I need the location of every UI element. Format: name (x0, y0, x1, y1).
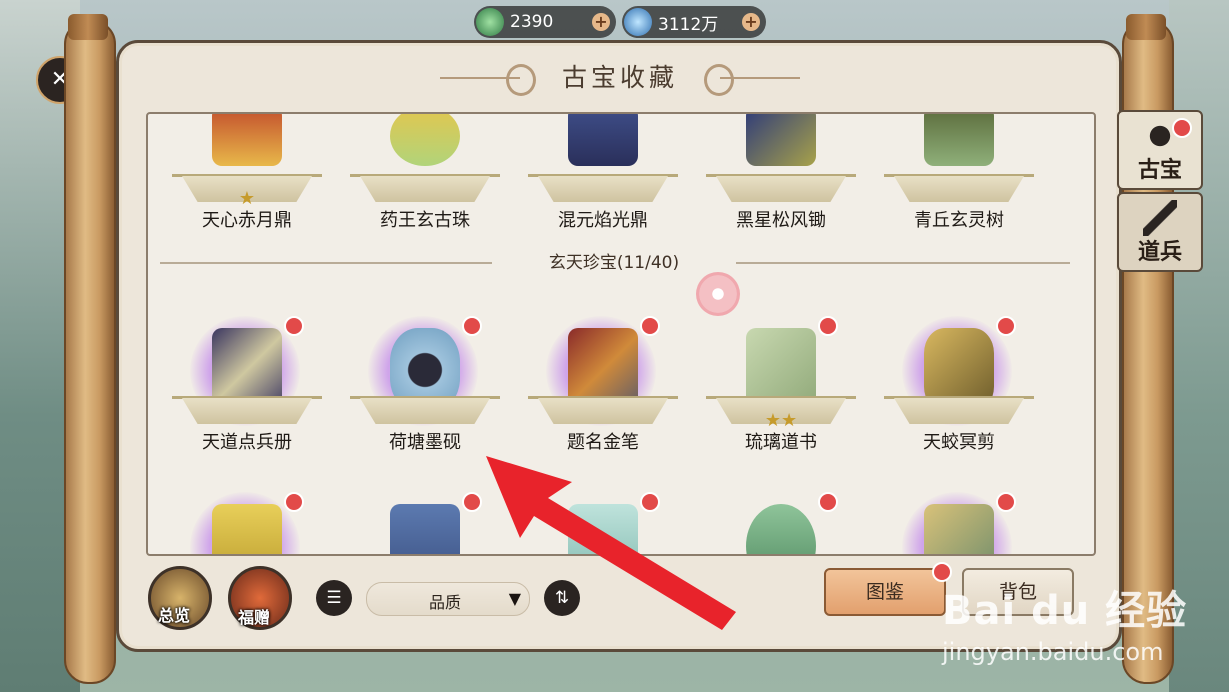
title-ornament-right (704, 64, 734, 96)
treasure-name: 荷塘墨砚 (389, 432, 461, 453)
notification-dot (640, 316, 660, 336)
qilin-seal-icon (390, 504, 460, 554)
treasure-card[interactable]: 天道点兵册 (172, 310, 322, 480)
lotus-crown-icon (746, 504, 816, 554)
pedestal (716, 176, 846, 202)
page-title: 古宝收藏 (440, 58, 800, 98)
chevron-down-icon: ▼ (508, 589, 521, 608)
treasure-name: 黑星松风锄 (736, 210, 826, 231)
swap-arrows-icon[interactable]: ⇅ (544, 580, 580, 616)
jade-ribbon-icon (568, 504, 638, 554)
pedestal (182, 398, 312, 424)
notification-dot (640, 492, 660, 512)
treasure-card[interactable]: ★★ 琉璃道书 (706, 310, 856, 480)
notification-dot (462, 316, 482, 336)
jade-sword-icon (924, 504, 994, 554)
notification-dot (462, 492, 482, 512)
treasure-name: 混元焰光鼎 (558, 210, 648, 231)
treasure-name: 题名金笔 (567, 432, 639, 453)
treasure-card[interactable]: 混元焰光鼎 (528, 114, 678, 258)
treasure-card[interactable] (884, 486, 1034, 554)
tab-treasure-label: 古宝 (1137, 158, 1182, 183)
treasure-name: 青丘玄灵树 (914, 210, 1004, 231)
pedestal (894, 176, 1024, 202)
notification-dot (284, 316, 304, 336)
currency-jade-value: 2390 (510, 12, 554, 32)
treasure-card[interactable] (172, 486, 322, 554)
treasure-card[interactable]: 青丘玄灵树 (884, 114, 1034, 258)
scroll-rod-cap (68, 14, 108, 40)
weapon-icon (1143, 200, 1177, 236)
treasure-card[interactable]: 黑星松风锄 (706, 114, 856, 258)
scroll-rod-left (64, 20, 116, 684)
watermark-url: jingyan.baidu.com (942, 638, 1164, 666)
codex-button[interactable]: 图鉴 (824, 568, 946, 616)
pedestal (360, 176, 490, 202)
notification-dot (818, 316, 838, 336)
gift-label: 福赠 (238, 608, 271, 627)
treasure-card[interactable]: 药王玄古珠 (350, 114, 500, 258)
treasure-name: 天蛟冥剪 (923, 432, 995, 453)
treasure-card[interactable] (350, 486, 500, 554)
notification-dot (996, 492, 1016, 512)
add-crystal-button[interactable]: + (742, 13, 760, 31)
treasure-card[interactable]: 荷塘墨砚 (350, 310, 500, 480)
treasure-name: 琉璃道书 (745, 432, 817, 453)
scroll-rod-cap (1126, 14, 1166, 40)
treasure-card[interactable]: ★ 天心赤月鼎 (172, 114, 322, 258)
treasure-name: 天道点兵册 (202, 432, 292, 453)
treasure-grid[interactable]: ★ 天心赤月鼎 药王玄古珠 混元焰光鼎 黑星松风锄 青丘玄灵树 天道点兵册 荷塘… (146, 112, 1096, 556)
treasure-card[interactable] (706, 486, 856, 554)
treasure-card[interactable]: 天蛟冥剪 (884, 310, 1034, 480)
codex-label: 图鉴 (865, 581, 904, 603)
pedestal (538, 398, 668, 424)
baidu-watermark: Bai du 经验 (942, 588, 1188, 634)
treasure-card[interactable]: 题名金笔 (528, 310, 678, 480)
blossom-icon (696, 272, 740, 316)
treasure-name: 天心赤月鼎 (202, 210, 292, 231)
pedestal (538, 176, 668, 202)
pedestal (894, 398, 1024, 424)
notification-dot (1172, 118, 1192, 138)
treasure-name: 药王玄古珠 (380, 210, 470, 231)
furnace-icon (568, 114, 638, 166)
list-filter-icon[interactable]: ☰ (316, 580, 352, 616)
buddha-statue-icon (212, 504, 282, 554)
notification-dot (996, 316, 1016, 336)
notification-dot (818, 492, 838, 512)
pedestal (360, 398, 490, 424)
tab-weapon[interactable]: 道兵 (1117, 192, 1203, 272)
tab-weapon-label: 道兵 (1137, 240, 1182, 265)
pearl-icon (390, 114, 460, 166)
sort-select[interactable]: 品质 ▼ (366, 582, 530, 616)
treasure-card[interactable] (528, 486, 678, 554)
spirit-tree-icon (924, 114, 994, 166)
currency-jade: 2390 + (474, 6, 616, 38)
notification-dot (284, 492, 304, 512)
overview-label: 总览 (158, 606, 191, 625)
cauldron-icon (212, 114, 282, 166)
currency-crystal: 3112万 + (622, 6, 766, 38)
section-title: 玄天珍宝(11/40) (492, 250, 736, 276)
sort-select-value: 品质 (429, 593, 462, 612)
hoe-icon (746, 114, 816, 166)
crystal-icon (624, 8, 652, 36)
currency-crystal-value: 3112万 (658, 14, 719, 35)
add-jade-button[interactable]: + (592, 13, 610, 31)
jade-coin-icon (476, 8, 504, 36)
